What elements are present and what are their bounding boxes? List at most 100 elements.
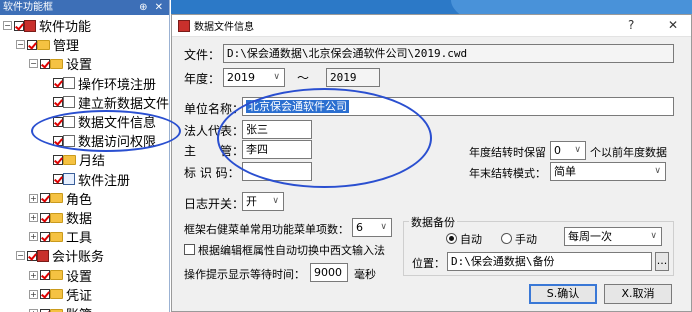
legal-rep-input[interactable]: 张三 [242,120,312,139]
tree-item[interactable]: − 管理 [16,35,79,54]
document-icon [63,134,75,147]
tree-item-label: 设置 [66,58,93,74]
tree-item[interactable]: + 凭证 [29,285,92,304]
log-switch-label: 日志开关： [184,197,245,211]
tree-item-label: 数据文件信息 [78,116,157,131]
checkmark-icon[interactable] [27,39,37,50]
checkmark-icon[interactable] [53,174,63,185]
checkmark-icon[interactable] [40,58,50,69]
tree-item[interactable]: + 设置 [29,266,92,285]
checkmark-icon[interactable] [53,97,63,108]
browse-button[interactable]: ... [655,252,669,271]
unit-name-input[interactable]: 北京保会通软件公司 [242,97,674,116]
close-button[interactable]: ✕ [668,18,678,32]
menu-items-label: 框架右健菜单常用功能菜单项数： [184,223,349,236]
radio-unselected-icon[interactable] [501,233,512,244]
folder-icon [50,289,63,300]
panel-title: 软件功能框 [3,2,53,13]
wait-time-unit: 毫秒 [354,268,376,281]
tree-item-label: 账簿 [66,304,92,312]
tree-item[interactable]: 操作环境注册 [42,74,156,93]
chevron-down-icon: ∨ [380,222,387,232]
backup-auto-radio[interactable]: 自动 [446,231,482,247]
tree-item[interactable]: 软件注册 [42,170,130,189]
tree-item[interactable]: + 数据 [29,208,92,227]
checkmark-icon[interactable] [27,250,37,261]
tree-item[interactable]: 月结 [42,150,105,169]
log-switch-select[interactable]: 开 ∨ [242,192,284,211]
chevron-down-icon: ∨ [650,231,657,241]
checkmark-icon[interactable] [40,308,50,312]
checkmark-icon[interactable] [53,78,63,89]
panel-pin-close-icons[interactable]: ⊕ ✕ [139,0,169,15]
checkmark-icon[interactable] [53,116,63,127]
checkmark-icon[interactable] [40,231,50,242]
backup-location-input[interactable]: D:\保会通数据\备份 [447,252,652,271]
help-button[interactable]: ? [628,18,634,32]
tree-item-label: 角色 [66,192,93,208]
auto-ime-checkbox-row[interactable]: 根据编辑框属性自动切换中西文输入法 [184,242,385,258]
id-code-input[interactable] [242,162,312,181]
keep-years-select[interactable]: 0 ∨ [550,141,586,160]
folder-icon [37,39,50,50]
expand-icon[interactable]: + [29,193,38,203]
checkmark-icon[interactable] [53,154,63,165]
expand-icon[interactable]: + [29,270,38,280]
checkmark-icon[interactable] [53,135,63,146]
auto-ime-checkbox[interactable] [184,244,195,255]
collapse-icon[interactable]: − [16,40,25,50]
confirm-button[interactable]: S.确认 [529,284,597,304]
id-code-label: 标 识 码： [184,166,240,180]
menu-items-select[interactable]: 6 ∨ [352,218,392,237]
radio-selected-icon[interactable] [446,233,457,244]
document-icon [63,77,75,90]
checkmark-icon[interactable] [40,289,50,300]
module-icon [37,249,49,262]
expand-icon[interactable]: + [29,289,38,299]
unit-name-label: 单位名称： [184,102,245,116]
backup-frequency-select[interactable]: 每周一次 ∨ [564,227,662,246]
panel-header: 软件功能框 ⊕ ✕ [0,0,169,15]
tree-item[interactable]: − 设置 [29,54,92,73]
dialog-title: 数据文件信息 [194,22,254,33]
checkmark-icon[interactable] [40,270,50,281]
backup-manual-label: 手动 [515,233,537,246]
manager-input[interactable]: 李四 [242,140,312,159]
folder-icon [50,193,63,204]
expand-icon[interactable]: + [29,232,38,242]
chevron-down-icon: ∨ [574,145,581,155]
tree-item-label: 工具 [66,231,93,247]
manager-label: 主 管： [184,144,245,158]
file-label: 文件： [184,48,221,62]
folder-icon [50,212,63,223]
backup-manual-radio[interactable]: 手动 [501,231,537,247]
tree-item[interactable]: 数据文件信息 [42,112,156,131]
tree-item[interactable]: 数据访问权限 [42,131,156,150]
tree-item-label: 月结 [79,154,106,170]
tree-item[interactable]: +账簿 [29,304,92,312]
tree-item-label: 会计账务 [52,250,105,266]
tree-item-label: 建立新数据文件 [78,96,170,112]
checkmark-icon[interactable] [40,193,50,204]
collapse-icon[interactable]: − [16,251,25,261]
tree-item[interactable]: + 角色 [29,189,92,208]
tree-item[interactable]: + 工具 [29,227,92,246]
keep-years-value: 0 [554,144,561,157]
checkmark-icon[interactable] [40,212,50,223]
carry-mode-select[interactable]: 简单 ∨ [550,162,666,181]
dialog-titlebar: 数据文件信息 ? ✕ [172,15,691,37]
tree-item[interactable]: 建立新数据文件 [42,93,169,112]
checkmark-icon[interactable] [14,20,24,31]
expand-icon[interactable]: + [29,213,38,222]
wait-time-input[interactable]: 9000 [310,263,348,282]
background-banner [171,0,692,40]
collapse-icon[interactable]: − [3,21,12,30]
cancel-button[interactable]: X.取消 [604,284,672,304]
collapse-icon[interactable]: − [29,59,38,69]
tree-item-label: 数据访问权限 [78,135,157,151]
tree-item[interactable]: − 会计账务 [16,246,104,265]
tree-item[interactable]: − 软件功能 [3,16,91,35]
year-from-select[interactable]: 2019 ∨ [223,68,285,87]
menu-items-value: 6 [356,221,363,234]
year-label: 年度： [184,72,221,86]
